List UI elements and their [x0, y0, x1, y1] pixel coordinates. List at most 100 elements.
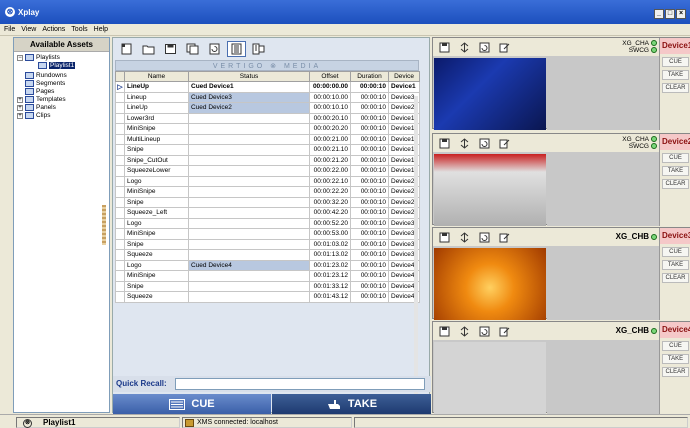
edit-icon[interactable]: [499, 138, 510, 149]
table-row[interactable]: Logo Cued Device4 00:01:23.02 00:00:10 Devic…: [115, 259, 420, 271]
table-row[interactable]: Snipe 00:01:03.02 00:00:10 Device3: [115, 238, 420, 250]
save-playlist-button[interactable]: [161, 41, 180, 57]
col-name-header[interactable]: Name: [124, 71, 189, 82]
tree-expander-icon[interactable]: +: [17, 104, 23, 111]
table-row[interactable]: LineUp Cued Device2 00:00:10.10 00:00:10 Dev…: [115, 102, 420, 114]
tree-item-playlist1[interactable]: Playlist1: [38, 62, 76, 69]
table-row[interactable]: Snipe 00:00:21.10 00:00:10 Device1: [115, 144, 420, 156]
transfer-icon[interactable]: [459, 137, 470, 149]
edit-icon[interactable]: [499, 232, 510, 243]
folder-icon: [25, 72, 34, 79]
tree-expander-icon[interactable]: +: [17, 96, 23, 103]
refresh-icon[interactable]: [479, 138, 490, 149]
device-take-button[interactable]: TAKE: [662, 354, 689, 364]
table-row[interactable]: Squeeze_Left 00:00:42.20 00:00:10 Device2: [115, 207, 420, 219]
close-button[interactable]: ×: [676, 9, 686, 19]
refresh-button[interactable]: [205, 41, 224, 57]
table-row[interactable]: Snipe_CutOut 00:00:21.20 00:00:10 Device1: [115, 154, 420, 166]
table-row[interactable]: Squeeze 00:01:43.12 00:00:10 Device4: [115, 291, 420, 303]
device-clear-button[interactable]: CLEAR: [662, 179, 689, 189]
table-row[interactable]: Logo 00:00:52.20 00:00:10 Device3: [115, 217, 420, 229]
table-row[interactable]: Squeeze 00:01:13.02 00:00:10 Device3: [115, 249, 420, 261]
menu-tools[interactable]: Tools: [71, 26, 87, 33]
properties-button[interactable]: [249, 41, 268, 57]
device-cue-button[interactable]: CUE: [662, 247, 689, 257]
transfer-icon[interactable]: [459, 41, 470, 53]
save-icon[interactable]: [439, 232, 450, 243]
table-row[interactable]: Lower3rd 00:00:20.10 00:00:10 Device1: [115, 112, 420, 124]
transfer-icon[interactable]: [459, 231, 470, 243]
cell-status: Cued Device2: [188, 102, 310, 114]
table-row[interactable]: Lineup Cued Device3 00:00:10.00 00:00:10 Dev…: [115, 91, 420, 103]
tree-item-playlists[interactable]: − Playlists: [17, 54, 60, 61]
cell-offset: 00:00:00.00: [309, 81, 351, 93]
device-take-button[interactable]: TAKE: [662, 260, 689, 270]
cell-name: Snipe_CutOut: [124, 154, 189, 166]
cell-duration: 00:00:10: [350, 112, 389, 124]
table-row[interactable]: Logo 00:00:22.10 00:00:10 Device2: [115, 175, 420, 187]
menu-actions[interactable]: Actions: [42, 26, 65, 33]
menu-file[interactable]: File: [4, 26, 15, 33]
table-row[interactable]: MiniSnipe 00:01:23.12 00:00:10 Device4: [115, 270, 420, 282]
device-cue-button[interactable]: CUE: [662, 341, 689, 351]
grid-scrollbar[interactable]: [414, 96, 418, 396]
row-indicator: [115, 144, 125, 156]
table-row[interactable]: ▷ LineUp Cued Device1 00:00:00.00 00:00:10 De…: [115, 81, 420, 93]
table-row[interactable]: MiniSnipe 00:00:53.00 00:00:10 Device3: [115, 228, 420, 240]
table-row[interactable]: SqueezeLower 00:00:22.00 00:00:10 Device1: [115, 165, 420, 177]
cell-offset: 00:00:22.20: [309, 186, 351, 198]
cue-button[interactable]: CUE: [113, 394, 271, 414]
refresh-icon[interactable]: [479, 326, 490, 337]
save-icon[interactable]: [439, 138, 450, 149]
edit-icon[interactable]: [499, 326, 510, 337]
minimize-button[interactable]: _: [654, 9, 664, 19]
open-playlist-button[interactable]: [139, 41, 158, 57]
menu-help[interactable]: Help: [94, 26, 108, 33]
menu-view[interactable]: View: [21, 26, 36, 33]
cell-duration: 00:00:10: [350, 280, 389, 292]
maximize-button[interactable]: □: [665, 9, 675, 19]
cell-status: [188, 238, 310, 250]
quick-recall-input[interactable]: [175, 378, 425, 390]
tree-item-templates[interactable]: + Templates: [17, 96, 66, 103]
transfer-icon[interactable]: [459, 325, 470, 337]
device-take-button[interactable]: TAKE: [662, 70, 689, 80]
tree-expander-icon[interactable]: −: [17, 54, 23, 61]
col-device-header[interactable]: Device: [388, 71, 420, 82]
device-clear-button[interactable]: CLEAR: [662, 273, 689, 283]
col-status-header[interactable]: Status: [188, 71, 310, 82]
table-row[interactable]: MiniSnipe 00:00:22.20 00:00:10 Device2: [115, 186, 420, 198]
device-clear-button[interactable]: CLEAR: [662, 83, 689, 93]
refresh-icon[interactable]: [479, 232, 490, 243]
device-cue-button[interactable]: CUE: [662, 153, 689, 163]
tree-item-pages[interactable]: Pages: [17, 88, 54, 95]
tree-expander-icon[interactable]: +: [17, 112, 23, 119]
assets-panel: Available Assets − Playlists Playlist1 Rund…: [13, 37, 110, 413]
tree-item-segments[interactable]: Segments: [17, 80, 65, 87]
cell-offset: 00:00:20.10: [309, 112, 351, 124]
take-button[interactable]: TAKE: [272, 394, 431, 414]
table-row[interactable]: Snipe 00:01:33.12 00:00:10 Device4: [115, 280, 420, 292]
edit-icon[interactable]: [499, 42, 510, 53]
list-view-button[interactable]: [227, 41, 246, 57]
tree-item-rundowns[interactable]: Rundowns: [17, 72, 67, 79]
device-take-button[interactable]: TAKE: [662, 166, 689, 176]
save-all-button[interactable]: [183, 41, 202, 57]
table-row[interactable]: MultiLineup 00:00:21.00 00:00:10 Device1: [115, 133, 420, 145]
col-duration-header[interactable]: Duration: [350, 71, 389, 82]
save-icon[interactable]: [439, 326, 450, 337]
splitter-handle[interactable]: [102, 205, 106, 245]
tree-item-clips[interactable]: + Clips: [17, 112, 50, 119]
col-offset-header[interactable]: Offset: [309, 71, 351, 82]
table-row[interactable]: MiniSnipe 00:00:20.20 00:00:10 Device1: [115, 123, 420, 135]
channel-2-label: SWCG: [628, 143, 649, 150]
new-playlist-button[interactable]: [117, 41, 136, 57]
device-clear-button[interactable]: CLEAR: [662, 367, 689, 377]
device-panel-4: XG_CHB Device4 CUE TAKE CLEAR: [432, 321, 690, 414]
save-icon[interactable]: [439, 42, 450, 53]
table-row[interactable]: Snipe 00:00:32.20 00:00:10 Device2: [115, 196, 420, 208]
device-cue-button[interactable]: CUE: [662, 57, 689, 67]
refresh-icon[interactable]: [479, 42, 490, 53]
cell-duration: 00:00:10: [350, 81, 389, 93]
tree-item-panels[interactable]: + Panels: [17, 104, 56, 111]
